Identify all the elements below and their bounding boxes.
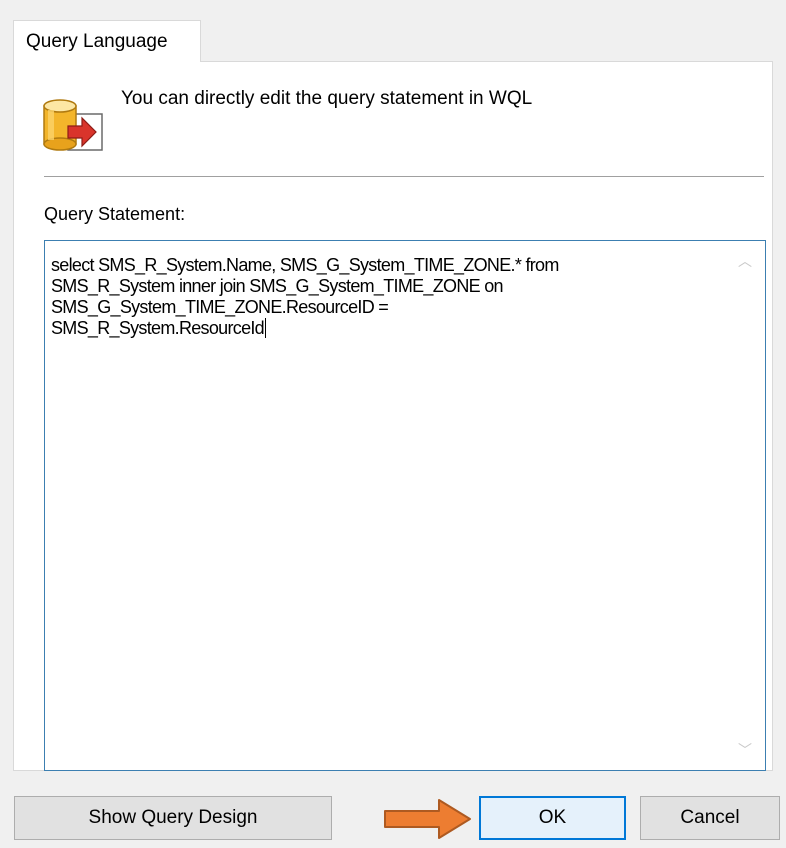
query-statement-label: Query Statement: (44, 204, 186, 224)
scroll-down-icon[interactable]: ﹀ (737, 742, 753, 758)
text-caret (265, 318, 266, 338)
scroll-up-icon[interactable]: ︿ (737, 253, 753, 269)
header-description: You can directly edit the query statemen… (121, 88, 533, 109)
show-query-design-button[interactable]: Show Query Design (14, 796, 332, 840)
annotation-arrow-icon (384, 799, 471, 839)
query-statement-value[interactable]: select SMS_R_System.Name, SMS_G_System_T… (51, 255, 559, 338)
separator (44, 176, 764, 178)
tab-query-language[interactable]: Query Language (13, 20, 201, 62)
cancel-button[interactable]: Cancel (640, 796, 780, 840)
query-statement-text[interactable]: select SMS_R_System.Name, SMS_G_System_T… (51, 255, 711, 339)
ok-button[interactable]: OK (479, 796, 626, 840)
query-statement-editor[interactable]: select SMS_R_System.Name, SMS_G_System_T… (44, 240, 766, 771)
database-import-icon (43, 99, 103, 151)
